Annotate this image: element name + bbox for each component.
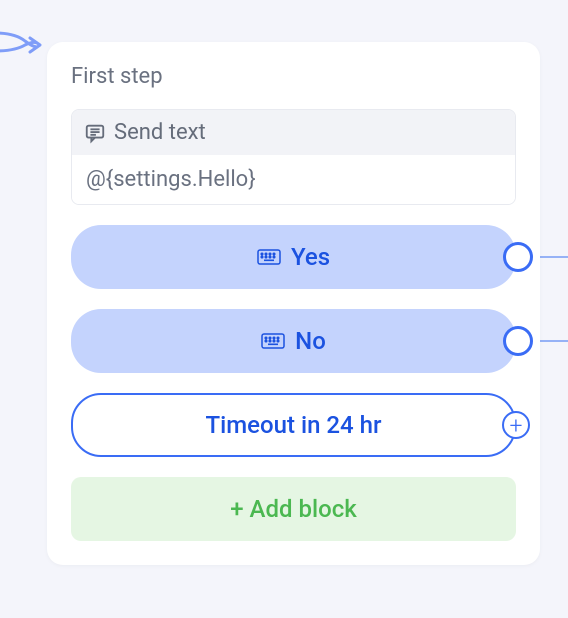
send-text-label: Send text: [114, 120, 206, 145]
option-no-label: No: [295, 327, 326, 355]
send-text-block[interactable]: Send text @{settings.Hello}: [71, 109, 516, 205]
option-row-no: No: [71, 309, 516, 373]
send-text-value[interactable]: @{settings.Hello}: [72, 155, 515, 204]
option-no-button[interactable]: No: [71, 309, 516, 373]
card-title: First step: [71, 64, 516, 89]
add-connector-button[interactable]: +: [502, 411, 530, 439]
option-row-yes: Yes: [71, 225, 516, 289]
step-card: First step Send text @{settings.Hello}: [47, 42, 540, 565]
connector-handle-no[interactable]: [503, 326, 533, 356]
option-yes-button[interactable]: Yes: [71, 225, 516, 289]
comment-icon: [84, 122, 106, 144]
incoming-arrow: [0, 29, 45, 59]
add-block-label: + Add block: [230, 495, 356, 523]
timeout-label: Timeout in 24 hr: [206, 411, 382, 439]
keyboard-icon: [257, 248, 281, 266]
option-yes-label: Yes: [291, 243, 330, 271]
timeout-button[interactable]: Timeout in 24 hr: [71, 393, 516, 457]
plus-icon: +: [510, 414, 523, 437]
add-block-button[interactable]: + Add block: [71, 477, 516, 541]
timeout-row: Timeout in 24 hr +: [71, 393, 516, 457]
keyboard-icon: [261, 332, 285, 350]
send-text-header: Send text: [72, 110, 515, 155]
connector-handle-yes[interactable]: [503, 242, 533, 272]
